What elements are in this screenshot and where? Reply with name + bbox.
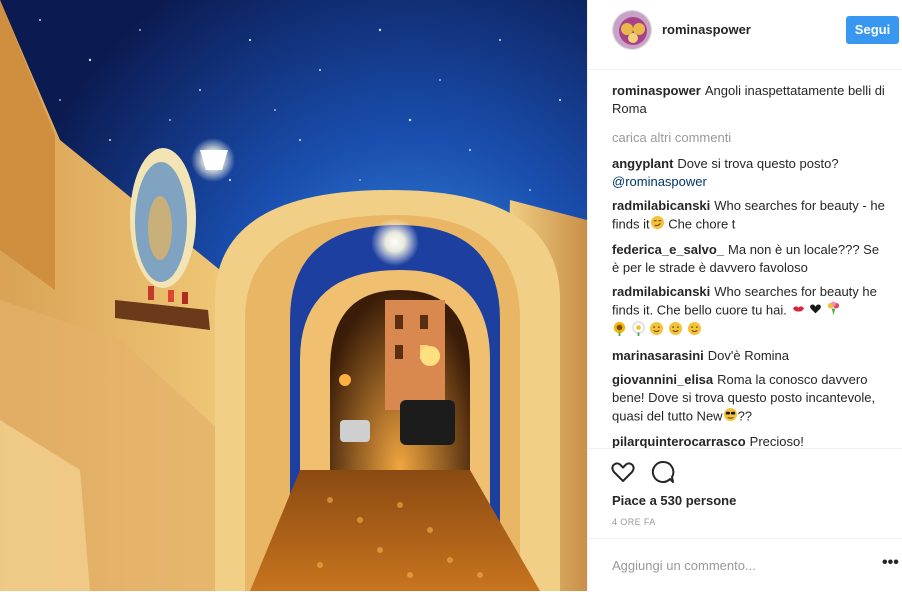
comment-text: Dove si trova questo posto? <box>677 156 839 171</box>
comment-item: angyplant Dove si trova questo posto? @ro… <box>612 155 886 191</box>
comment-text-tail: ?? <box>737 408 753 424</box>
load-more-comments-link[interactable]: carica altri commenti <box>612 129 886 147</box>
caption-username[interactable]: rominaspower <box>612 83 701 98</box>
avatar-image <box>613 11 651 49</box>
comment-mention-link[interactable]: @rominaspower <box>612 174 707 189</box>
comment-username[interactable]: federica_e_salvo_ <box>612 242 724 257</box>
daisy-emoji <box>631 321 646 341</box>
post-photo[interactable] <box>0 0 587 591</box>
post-header: rominaspower Segui <box>588 0 902 70</box>
bouquet-emoji <box>826 301 841 321</box>
comment-item: federica_e_salvo_ Ma non è un locale??? S… <box>612 241 886 277</box>
comment-username[interactable]: radmilabicanski <box>612 198 710 213</box>
follow-button[interactable]: Segui <box>846 16 899 44</box>
avatar[interactable] <box>612 10 652 50</box>
comment-item: marinasarasini Dov'è Romina <box>612 347 886 365</box>
comment-item: giovannini_elisa Roma la conosco davvero … <box>612 371 886 427</box>
smirk-face-emoji <box>650 215 665 235</box>
post-sidebar: rominaspower Segui rominaspower Angoli in… <box>587 0 902 591</box>
comment-username[interactable]: radmilabicanski <box>612 284 710 299</box>
speech-bubble-icon[interactable] <box>650 459 676 485</box>
comment-input[interactable] <box>612 555 862 575</box>
comment-username[interactable]: marinasarasini <box>612 348 704 363</box>
instagram-post: rominaspower Segui rominaspower Angoli in… <box>0 0 902 591</box>
smile-face-emoji <box>649 321 664 341</box>
post-timestamp[interactable]: 4 ORE FA <box>612 517 656 527</box>
likes-count[interactable]: Piace a 530 persone <box>612 493 736 508</box>
comment-text: Precioso! <box>749 434 804 449</box>
post-actions <box>588 448 902 483</box>
sunflower-emoji <box>612 321 627 341</box>
kiss-lips-emoji <box>791 301 806 321</box>
comments-list: rominaspower Angoli inaspettatamente bell… <box>612 82 886 457</box>
comment-item: radmilabicanski Who searches for beauty -… <box>612 197 886 235</box>
more-options-icon[interactable]: ••• <box>882 555 899 575</box>
comment-username[interactable]: giovannini_elisa <box>612 372 713 387</box>
add-comment-bar: ••• <box>588 538 902 592</box>
comment-text-tail: Che chore t <box>664 216 736 232</box>
caption: rominaspower Angoli inaspettatamente bell… <box>612 82 886 118</box>
night-archway-image <box>0 0 587 591</box>
heart-outline-icon[interactable] <box>610 459 636 485</box>
comment-text: Dov'è Romina <box>707 348 790 363</box>
smile-face-emoji <box>687 321 702 341</box>
username-link[interactable]: rominaspower <box>662 22 751 37</box>
comment-username[interactable]: pilarquinterocarrasco <box>612 434 746 449</box>
smile-face-emoji <box>668 321 683 341</box>
comment-username[interactable]: angyplant <box>612 156 673 171</box>
comment-item: radmilabicanski Who searches for beauty h… <box>612 283 886 341</box>
black-heart-emoji <box>809 302 822 320</box>
sunglasses-face-emoji <box>723 407 738 427</box>
